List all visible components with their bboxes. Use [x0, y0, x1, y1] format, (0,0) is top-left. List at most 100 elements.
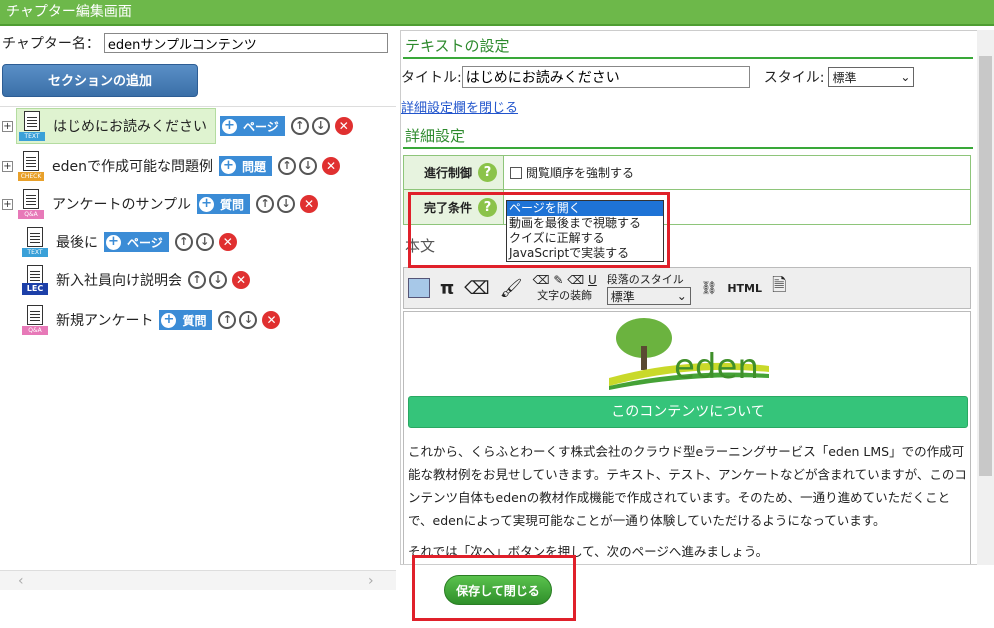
tree-item-label[interactable]: 新入社員向け説明会 [56, 270, 182, 290]
lecture-icon: LEC [20, 265, 52, 295]
progress-row: 進行制御? 閲覧順序を強制する [404, 156, 970, 190]
help-icon[interactable]: ? [478, 163, 497, 182]
chevron-down-icon: ⌄ [900, 70, 911, 84]
move-down-icon[interactable]: ↓ [209, 271, 227, 289]
add-section-button[interactable]: セクションの追加 [2, 64, 198, 97]
paragraph-style-label: 段落のスタイル [606, 273, 684, 286]
chapter-tree-pane: チャプター名： セクションの追加 + TEXT はじめにお読みください +ページ… [0, 30, 396, 590]
style-label: スタイル: [763, 70, 825, 86]
settings-pane: テキストの設定 タイトル: スタイル: 標準⌄ 詳細設定欄を閉じる 詳細設定 進… [400, 30, 994, 565]
expand-icon[interactable]: + [2, 160, 13, 172]
check-page-icon: CHECK [16, 151, 48, 181]
progress-key: 進行制御? [404, 156, 504, 189]
expand-icon[interactable]: + [2, 198, 13, 210]
move-down-icon[interactable]: ↓ [195, 233, 214, 251]
delete-icon[interactable]: ✕ [262, 311, 281, 329]
add-page-button[interactable]: + ページ [220, 116, 285, 136]
link-icon[interactable]: ⛓ [701, 281, 718, 296]
move-down-icon[interactable]: ↓ [239, 311, 258, 329]
scroll-left-icon[interactable]: ‹ [18, 573, 24, 589]
survey-page-icon: Q&A [20, 305, 52, 335]
vertical-scrollbar[interactable] [977, 30, 994, 565]
title-label: タイトル: [401, 70, 462, 86]
html-button[interactable]: HTML [727, 282, 762, 295]
editor-toolbar: π ⌫ 🖌 ⌫ ✎ ⌫ U 文字の装飾 段落のスタイル 標準 ⌄ ⛓ HTML 🗎 [403, 267, 971, 309]
tree-item-selected[interactable]: TEXT はじめにお読みください [16, 108, 216, 144]
scroll-thumb[interactable] [979, 56, 992, 476]
chapter-name-input[interactable] [103, 33, 388, 53]
highlight-box-completion [408, 192, 670, 268]
chapter-name-row: チャプター名： [2, 32, 388, 54]
add-question-button[interactable]: + 問題 [219, 156, 273, 176]
move-up-icon[interactable]: ↑ [174, 233, 193, 251]
tree-item[interactable]: + TEXT はじめにお読みください + ページ ↑ ↓ ✕ [2, 108, 353, 144]
add-survey-question-button[interactable]: + 質問 [159, 310, 213, 330]
text-settings-heading: テキストの設定 [403, 33, 973, 59]
eden-logo: eden [609, 318, 769, 390]
text-decoration-group: ⌫ ✎ ⌫ U 文字の装飾 [533, 273, 597, 303]
move-down-icon[interactable]: ↓ [299, 157, 318, 175]
tree-item[interactable]: + CHECK edenで作成可能な問題例 + 問題 ↑ ↓ ✕ [2, 149, 341, 183]
delete-icon[interactable]: ✕ [300, 195, 319, 213]
tree-item[interactable]: + Q&A アンケートのサンプル + 質問 ↑ ↓ ✕ [2, 187, 319, 221]
pi-icon[interactable]: π [440, 278, 454, 299]
preview-icon[interactable]: 🗎 [772, 273, 786, 303]
force-order-checkbox[interactable] [510, 166, 522, 179]
expand-icon[interactable]: + [2, 120, 13, 132]
delete-icon[interactable]: ✕ [218, 233, 237, 251]
image-icon[interactable] [408, 278, 430, 298]
progress-value: 閲覧順序を強制する [504, 156, 970, 189]
plus-icon: + [221, 158, 236, 174]
force-order-label: 閲覧順序を強制する [526, 166, 635, 180]
tree-item[interactable]: LEC 新入社員向け説明会 ↑ ↓ ✕ [20, 263, 250, 297]
tree-item-label[interactable]: edenで作成可能な問題例 [52, 156, 213, 176]
svg-text:eden: eden [674, 347, 759, 387]
title-row: タイトル: スタイル: 標準⌄ [401, 65, 915, 89]
text-page-icon: TEXT [17, 111, 49, 141]
section-tree: + TEXT はじめにお読みください + ページ ↑ ↓ ✕ + CHECK ed… [0, 106, 396, 540]
detail-settings-heading: 詳細設定 [403, 123, 973, 149]
content-body: これから、くらふとわーくす株式会社のクラウド型eラーニングサービス「eden L… [408, 440, 968, 563]
close-detail-link[interactable]: 詳細設定欄を閉じる [401, 97, 518, 116]
move-up-icon[interactable]: ↑ [256, 195, 275, 213]
add-page-button[interactable]: + ページ [104, 232, 169, 252]
content-editor[interactable]: eden このコンテンツについて これから、くらふとわーくす株式会社のクラウド型… [403, 311, 971, 564]
tree-item-label[interactable]: 最後に [56, 232, 98, 252]
tree-item-label[interactable]: アンケートのサンプル [52, 194, 191, 214]
move-up-icon[interactable]: ↑ [278, 157, 297, 175]
delete-icon[interactable]: ✕ [334, 117, 353, 135]
content-banner: このコンテンツについて [408, 396, 968, 428]
move-up-icon[interactable]: ↑ [218, 311, 237, 329]
move-up-icon[interactable]: ↑ [188, 271, 206, 289]
text-page-icon: TEXT [20, 227, 52, 257]
tree-item-label[interactable]: はじめにお読みください [53, 116, 207, 136]
style-select[interactable]: 標準 ⌄ [828, 67, 915, 87]
brush-icon[interactable]: 🖌 [500, 278, 523, 299]
move-up-icon[interactable]: ↑ [290, 117, 309, 135]
content-paragraph: これから、くらふとわーくす株式会社のクラウド型eラーニングサービス「eden L… [408, 444, 967, 528]
plus-icon: + [106, 234, 121, 250]
tree-item[interactable]: Q&A 新規アンケート + 質問 ↑ ↓ ✕ [20, 303, 281, 337]
plus-icon: + [161, 312, 177, 328]
paragraph-style-select[interactable]: 標準 ⌄ [606, 287, 691, 305]
delete-icon[interactable]: ✕ [322, 157, 341, 175]
chevron-down-icon: ⌄ [676, 289, 687, 303]
survey-page-icon: Q&A [16, 189, 48, 219]
plus-icon: + [199, 196, 215, 212]
add-survey-question-button[interactable]: + 質問 [197, 194, 251, 214]
window-title: チャプター編集画面 [0, 0, 994, 26]
move-down-icon[interactable]: ↓ [311, 117, 330, 135]
delete-icon[interactable]: ✕ [232, 271, 250, 289]
move-down-icon[interactable]: ↓ [277, 195, 296, 213]
text-decoration-icons[interactable]: ⌫ ✎ ⌫ U [533, 273, 597, 287]
plus-icon: + [222, 118, 237, 134]
tree-item[interactable]: TEXT 最後に + ページ ↑ ↓ ✕ [20, 225, 237, 259]
text-decoration-label: 文字の装飾 [537, 289, 593, 302]
horizontal-scrollbar[interactable]: ‹ › [0, 570, 396, 590]
highlight-box-save [412, 555, 576, 621]
scroll-right-icon[interactable]: › [368, 573, 374, 589]
chapter-name-label: チャプター名： [2, 36, 100, 52]
eraser-icon[interactable]: ⌫ [464, 278, 489, 299]
title-input[interactable] [461, 66, 750, 88]
tree-item-label[interactable]: 新規アンケート [56, 310, 153, 330]
